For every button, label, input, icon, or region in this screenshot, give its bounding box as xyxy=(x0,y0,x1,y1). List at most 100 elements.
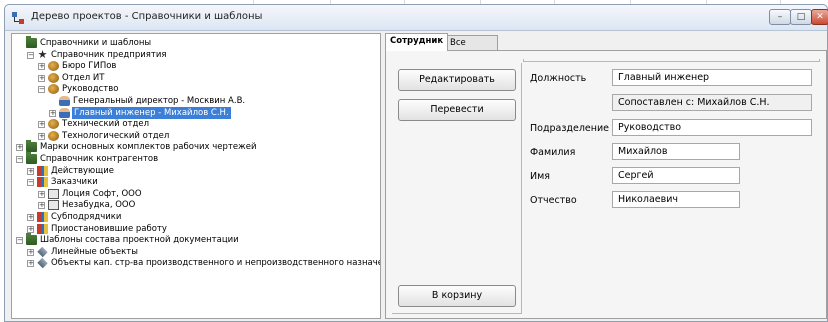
expand-icon[interactable]: + xyxy=(49,109,56,117)
building-icon xyxy=(48,200,59,211)
department-icon xyxy=(48,84,59,95)
close-icon: ✕ xyxy=(816,12,824,22)
folder-icon xyxy=(26,36,37,48)
tree-node[interactable]: − Шаблоны состава проектной документации xyxy=(16,233,356,246)
tree-node-label: Действующие xyxy=(51,165,114,176)
mapped-employee-field: Сопоставлен с: Михайлов С.Н. xyxy=(612,94,812,111)
tab-employee[interactable]: Сотрудник xyxy=(385,33,449,51)
expand-icon[interactable]: + xyxy=(27,167,34,175)
department-icon xyxy=(48,119,59,130)
tree-node[interactable]: − Справочник контрагентов xyxy=(16,152,356,165)
tree-node-label: Бюро ГИПов xyxy=(62,61,117,72)
tree-node[interactable]: + Объекты кап. стр-ва производственного и… xyxy=(27,257,380,269)
actions-column: Редактировать Перевести В корзину xyxy=(392,63,522,314)
tree-node-label: Приостановившие работу xyxy=(51,223,167,234)
edit-button[interactable]: Редактировать xyxy=(398,69,516,91)
tree-node-label: Справочник предприятия xyxy=(51,49,167,60)
divider xyxy=(523,59,820,62)
tree-node[interactable]: Справочники и шаблоны xyxy=(16,36,356,49)
close-button[interactable]: ✕ xyxy=(811,9,828,25)
tree-node[interactable]: + Отдел ИТ xyxy=(38,72,378,84)
folder-icon xyxy=(26,233,37,246)
project-tree-window: Дерево проектов - Справочники и шаблоны … xyxy=(4,4,828,322)
patronymic-label: Отчество xyxy=(530,195,577,206)
expand-icon[interactable]: + xyxy=(38,190,45,198)
books-icon xyxy=(37,177,48,188)
tree-node[interactable]: + Незабудка, ООО xyxy=(38,199,378,211)
collapse-icon[interactable]: − xyxy=(27,51,34,59)
last-name-field[interactable]: Михайлов xyxy=(612,143,740,160)
books-icon xyxy=(37,165,48,176)
project-tree[interactable]: Справочники и шаблоны − ★ Справочник предпр… xyxy=(11,33,381,319)
tree-node-label: Главный инженер - Михайлов С.Н. xyxy=(72,106,231,119)
expand-icon[interactable]: + xyxy=(38,132,45,140)
tree-node[interactable]: + Лоция Софт, ООО xyxy=(38,188,378,200)
minimize-icon: – xyxy=(777,12,783,22)
tree-node[interactable]: Генеральный директор - Москвин А.В. xyxy=(49,95,380,107)
folder-icon xyxy=(26,152,37,164)
expand-icon[interactable]: + xyxy=(38,202,45,210)
first-name-label: Имя xyxy=(530,171,550,182)
collapse-icon[interactable]: − xyxy=(16,237,23,245)
tree-node[interactable]: − ★ Справочник предприятия xyxy=(27,49,367,61)
tree-node-label: Незабудка, ООО xyxy=(62,200,136,211)
expand-icon[interactable]: + xyxy=(27,248,34,256)
person-icon xyxy=(59,107,70,118)
diamond-icon xyxy=(37,246,48,257)
expand-icon[interactable]: + xyxy=(38,63,45,71)
department-icon xyxy=(48,130,59,141)
tree-node-label: Технологический отдел xyxy=(62,130,170,141)
folder-icon xyxy=(26,140,37,153)
tree-node-label: Объекты кап. стр-ва производственного и … xyxy=(51,258,381,269)
books-icon xyxy=(37,223,48,234)
expand-icon[interactable]: + xyxy=(38,121,45,129)
tree-node[interactable]: + Марки основных комплектов рабочих черте… xyxy=(16,140,356,153)
tree-node[interactable]: + Главный инженер - Михайлов С.Н. xyxy=(49,106,380,119)
expand-icon[interactable]: + xyxy=(38,74,45,82)
tree-node[interactable]: − Руководство xyxy=(38,83,378,95)
person-icon xyxy=(59,96,70,106)
collapse-icon[interactable]: − xyxy=(16,156,23,163)
tree-node-label: Заказчики xyxy=(51,177,98,188)
collapse-icon[interactable]: − xyxy=(27,179,34,187)
first-name-field[interactable]: Сергей xyxy=(612,167,740,184)
tree-node-label: Справочник контрагентов xyxy=(40,154,159,164)
department-icon xyxy=(48,61,59,72)
last-name-label: Фамилия xyxy=(530,147,576,158)
building-icon xyxy=(48,188,59,199)
minimize-button[interactable]: – xyxy=(769,9,791,25)
tree-node-label: Технический отдел xyxy=(62,119,150,130)
tree-node-label: Марки основных комплектов рабочих чертеж… xyxy=(40,142,257,153)
app-icon xyxy=(12,12,24,24)
tree-node-label: Отдел ИТ xyxy=(62,72,105,83)
tree-node[interactable]: + Бюро ГИПов xyxy=(38,60,378,72)
move-to-trash-button[interactable]: В корзину xyxy=(398,285,516,307)
tree-node-label: Генеральный директор - Москвин А.В. xyxy=(73,96,246,106)
patronymic-field[interactable]: Николаевич xyxy=(612,191,740,208)
maximize-button[interactable]: □ xyxy=(790,9,812,25)
tree-node-label: Руководство xyxy=(62,84,119,95)
expand-icon[interactable]: + xyxy=(27,225,34,233)
tree-node[interactable]: + Линейные объекты xyxy=(27,246,367,258)
tree-node-label: Субподрядчики xyxy=(51,212,122,222)
tab-all-attributes[interactable]: Все атрибуты xyxy=(445,35,499,62)
title-bar[interactable]: Дерево проектов - Справочники и шаблоны … xyxy=(5,5,828,31)
division-label: Подразделение xyxy=(530,123,609,134)
expand-icon[interactable]: + xyxy=(27,214,34,221)
expand-icon[interactable]: + xyxy=(27,260,34,268)
maximize-icon: □ xyxy=(796,12,806,22)
tree-node[interactable]: − Заказчики xyxy=(27,176,367,188)
employee-panel: Редактировать Перевести В корзину Должно… xyxy=(385,50,827,319)
position-field[interactable]: Главный инженер xyxy=(612,69,812,86)
tree-node-label: Шаблоны состава проектной документации xyxy=(40,235,239,246)
tree-node[interactable]: + Технический отдел xyxy=(38,118,378,130)
collapse-icon[interactable]: − xyxy=(38,86,45,94)
division-field[interactable]: Руководство xyxy=(612,119,812,136)
tree-node[interactable]: + Приостановившие работу xyxy=(27,223,367,235)
tree-node[interactable]: + Действующие xyxy=(27,165,367,177)
transfer-button[interactable]: Перевести xyxy=(398,99,516,121)
tree-node[interactable]: + Технологический отдел xyxy=(38,130,378,142)
diamond-icon xyxy=(37,258,48,269)
tree-node[interactable]: + Субподрядчики xyxy=(27,211,367,223)
expand-icon[interactable]: + xyxy=(16,144,23,152)
